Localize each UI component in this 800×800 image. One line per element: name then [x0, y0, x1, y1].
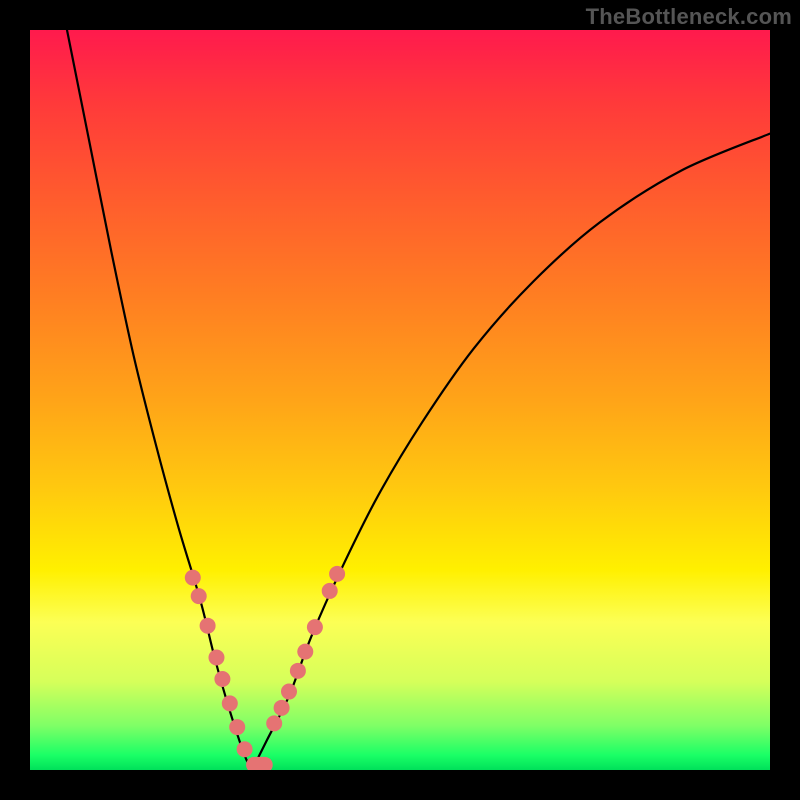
bead-icon	[214, 671, 230, 687]
bead-icon	[281, 684, 297, 700]
bead-bar	[246, 757, 273, 770]
bead-icon	[274, 700, 290, 716]
bead-icon	[200, 618, 216, 634]
bead-icon	[185, 570, 201, 586]
bead-icon	[290, 663, 306, 679]
bead-group	[185, 566, 345, 770]
bead-icon	[322, 583, 338, 599]
bead-icon	[191, 588, 207, 604]
bead-icon	[229, 719, 245, 735]
bead-icon	[222, 695, 238, 711]
bead-icon	[307, 619, 323, 635]
bead-icon	[208, 650, 224, 666]
plot-area	[30, 30, 770, 770]
bead-icon	[237, 741, 253, 757]
watermark-text: TheBottleneck.com	[586, 4, 792, 30]
curves-svg	[30, 30, 770, 770]
bead-icon	[329, 566, 345, 582]
bead-icon	[266, 715, 282, 731]
bead-icon	[297, 644, 313, 660]
chart-frame: TheBottleneck.com	[0, 0, 800, 800]
right-branch-curve	[252, 134, 770, 770]
